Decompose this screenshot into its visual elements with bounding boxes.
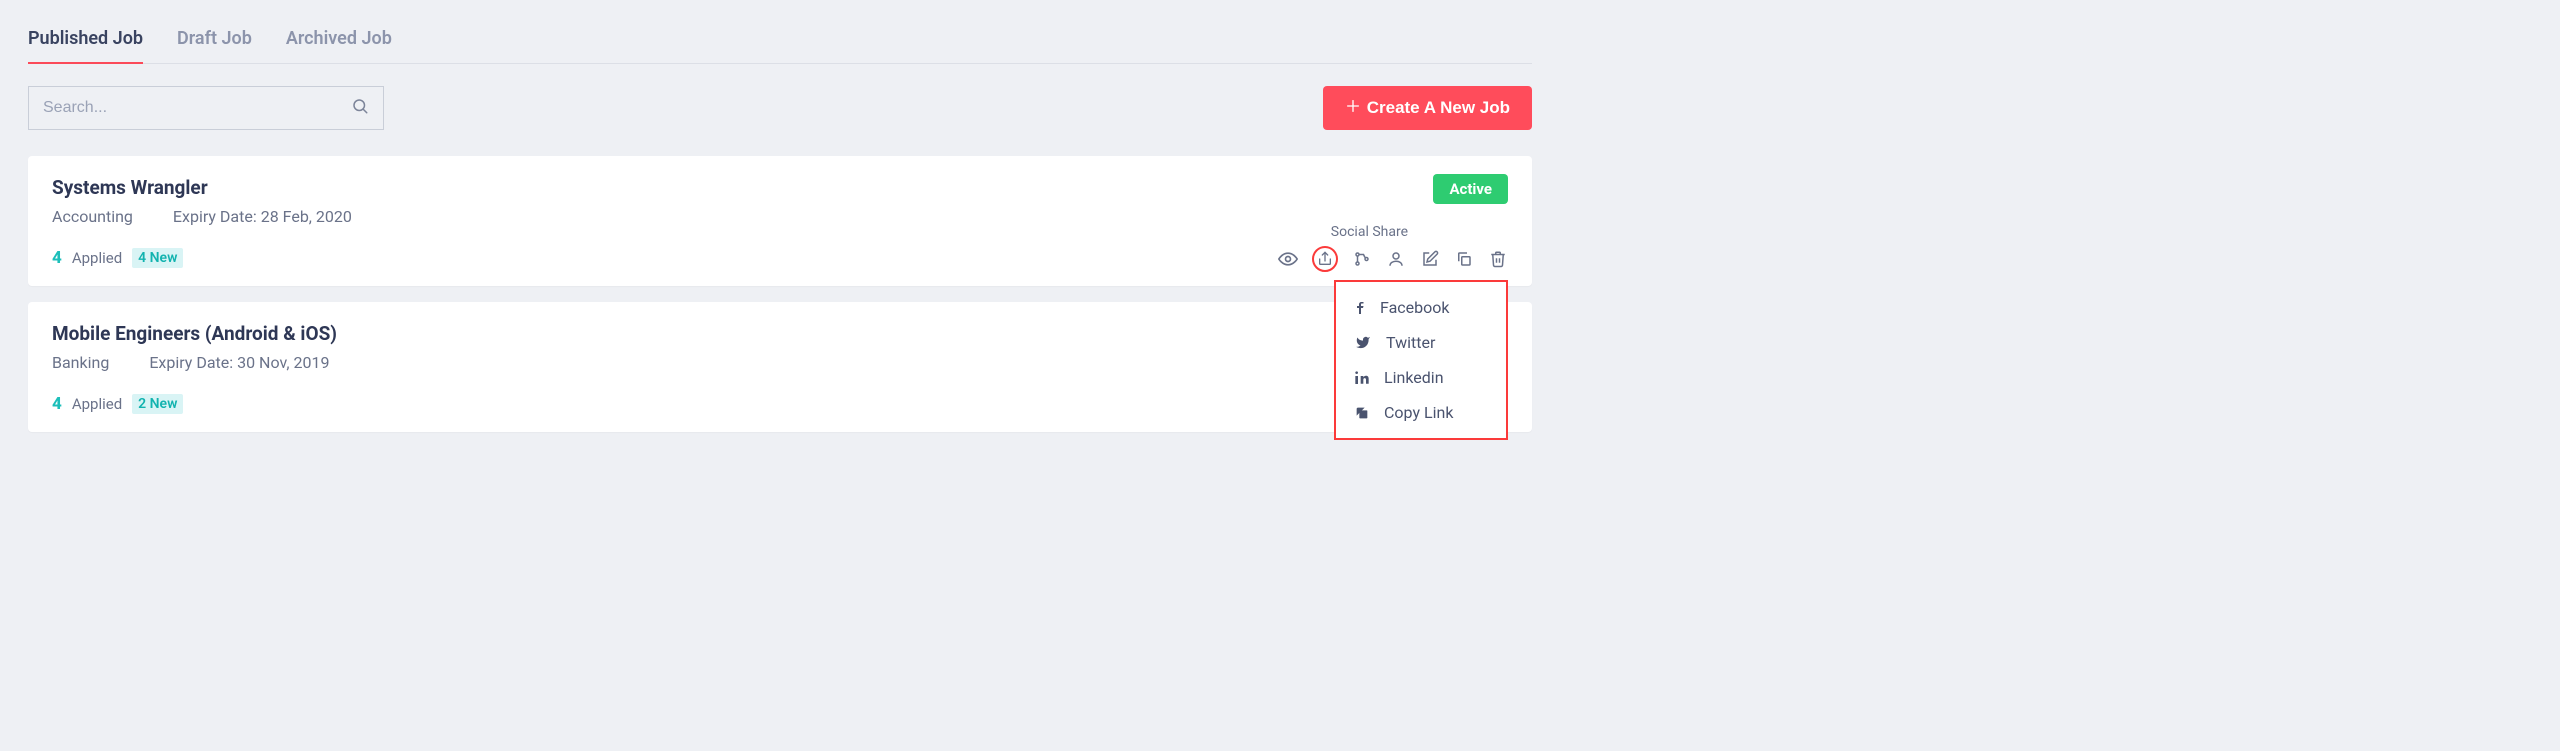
create-job-button[interactable]: Create A New Job bbox=[1323, 86, 1532, 130]
tab-archived[interactable]: Archived Job bbox=[286, 20, 392, 63]
applied-label: Applied bbox=[72, 249, 122, 267]
job-card: Systems Wrangler Accounting Expiry Date:… bbox=[28, 156, 1532, 286]
job-meta: Banking Expiry Date: 30 Nov, 2019 bbox=[52, 353, 1508, 372]
share-facebook[interactable]: Facebook bbox=[1336, 290, 1506, 325]
applied-label: Applied bbox=[72, 395, 122, 413]
share-linkedin-label: Linkedin bbox=[1384, 368, 1444, 387]
job-expiry: Expiry Date: 30 Nov, 2019 bbox=[149, 353, 329, 372]
copy-icon[interactable] bbox=[1454, 249, 1474, 269]
applied-count: 4 bbox=[52, 248, 62, 268]
share-popup: Facebook Twitter Linkedin Copy Link bbox=[1334, 280, 1508, 440]
create-job-label: Create A New Job bbox=[1367, 98, 1510, 118]
pipeline-icon[interactable] bbox=[1352, 249, 1372, 269]
status-badge: Active bbox=[1433, 174, 1508, 204]
trash-icon[interactable] bbox=[1488, 249, 1508, 269]
applied-count: 4 bbox=[52, 394, 62, 414]
share-facebook-label: Facebook bbox=[1380, 298, 1449, 317]
toolbar: Create A New Job bbox=[28, 86, 1532, 130]
plus-icon bbox=[1345, 98, 1361, 119]
action-area: Social Share bbox=[1278, 224, 1508, 272]
job-tabs: Published Job Draft Job Archived Job bbox=[28, 20, 1532, 64]
applied-row: 4 Applied 2 New bbox=[52, 394, 1508, 414]
search-input[interactable] bbox=[43, 99, 351, 117]
user-icon[interactable] bbox=[1386, 249, 1406, 269]
search-icon[interactable] bbox=[351, 97, 369, 119]
job-expiry: Expiry Date: 28 Feb, 2020 bbox=[173, 207, 352, 226]
social-share-label: Social Share bbox=[1278, 224, 1508, 240]
tab-published[interactable]: Published Job bbox=[28, 20, 143, 63]
share-linkedin[interactable]: Linkedin bbox=[1336, 360, 1506, 395]
job-title[interactable]: Mobile Engineers (Android & iOS) bbox=[52, 322, 1508, 345]
job-title[interactable]: Systems Wrangler bbox=[52, 176, 1508, 199]
job-category: Banking bbox=[52, 353, 109, 372]
share-twitter-label: Twitter bbox=[1386, 333, 1435, 352]
eye-icon[interactable] bbox=[1278, 249, 1298, 269]
share-copy-label: Copy Link bbox=[1384, 403, 1453, 422]
action-icons bbox=[1278, 246, 1508, 272]
share-twitter[interactable]: Twitter bbox=[1336, 325, 1506, 360]
new-badge[interactable]: 4 New bbox=[132, 248, 183, 268]
job-card: Mobile Engineers (Android & iOS) Banking… bbox=[28, 302, 1532, 432]
tab-draft[interactable]: Draft Job bbox=[177, 20, 252, 63]
share-copy-link[interactable]: Copy Link bbox=[1336, 395, 1506, 430]
share-icon[interactable] bbox=[1312, 246, 1338, 272]
edit-icon[interactable] bbox=[1420, 249, 1440, 269]
search-container bbox=[28, 86, 384, 130]
job-category: Accounting bbox=[52, 207, 133, 226]
new-badge[interactable]: 2 New bbox=[132, 394, 183, 414]
